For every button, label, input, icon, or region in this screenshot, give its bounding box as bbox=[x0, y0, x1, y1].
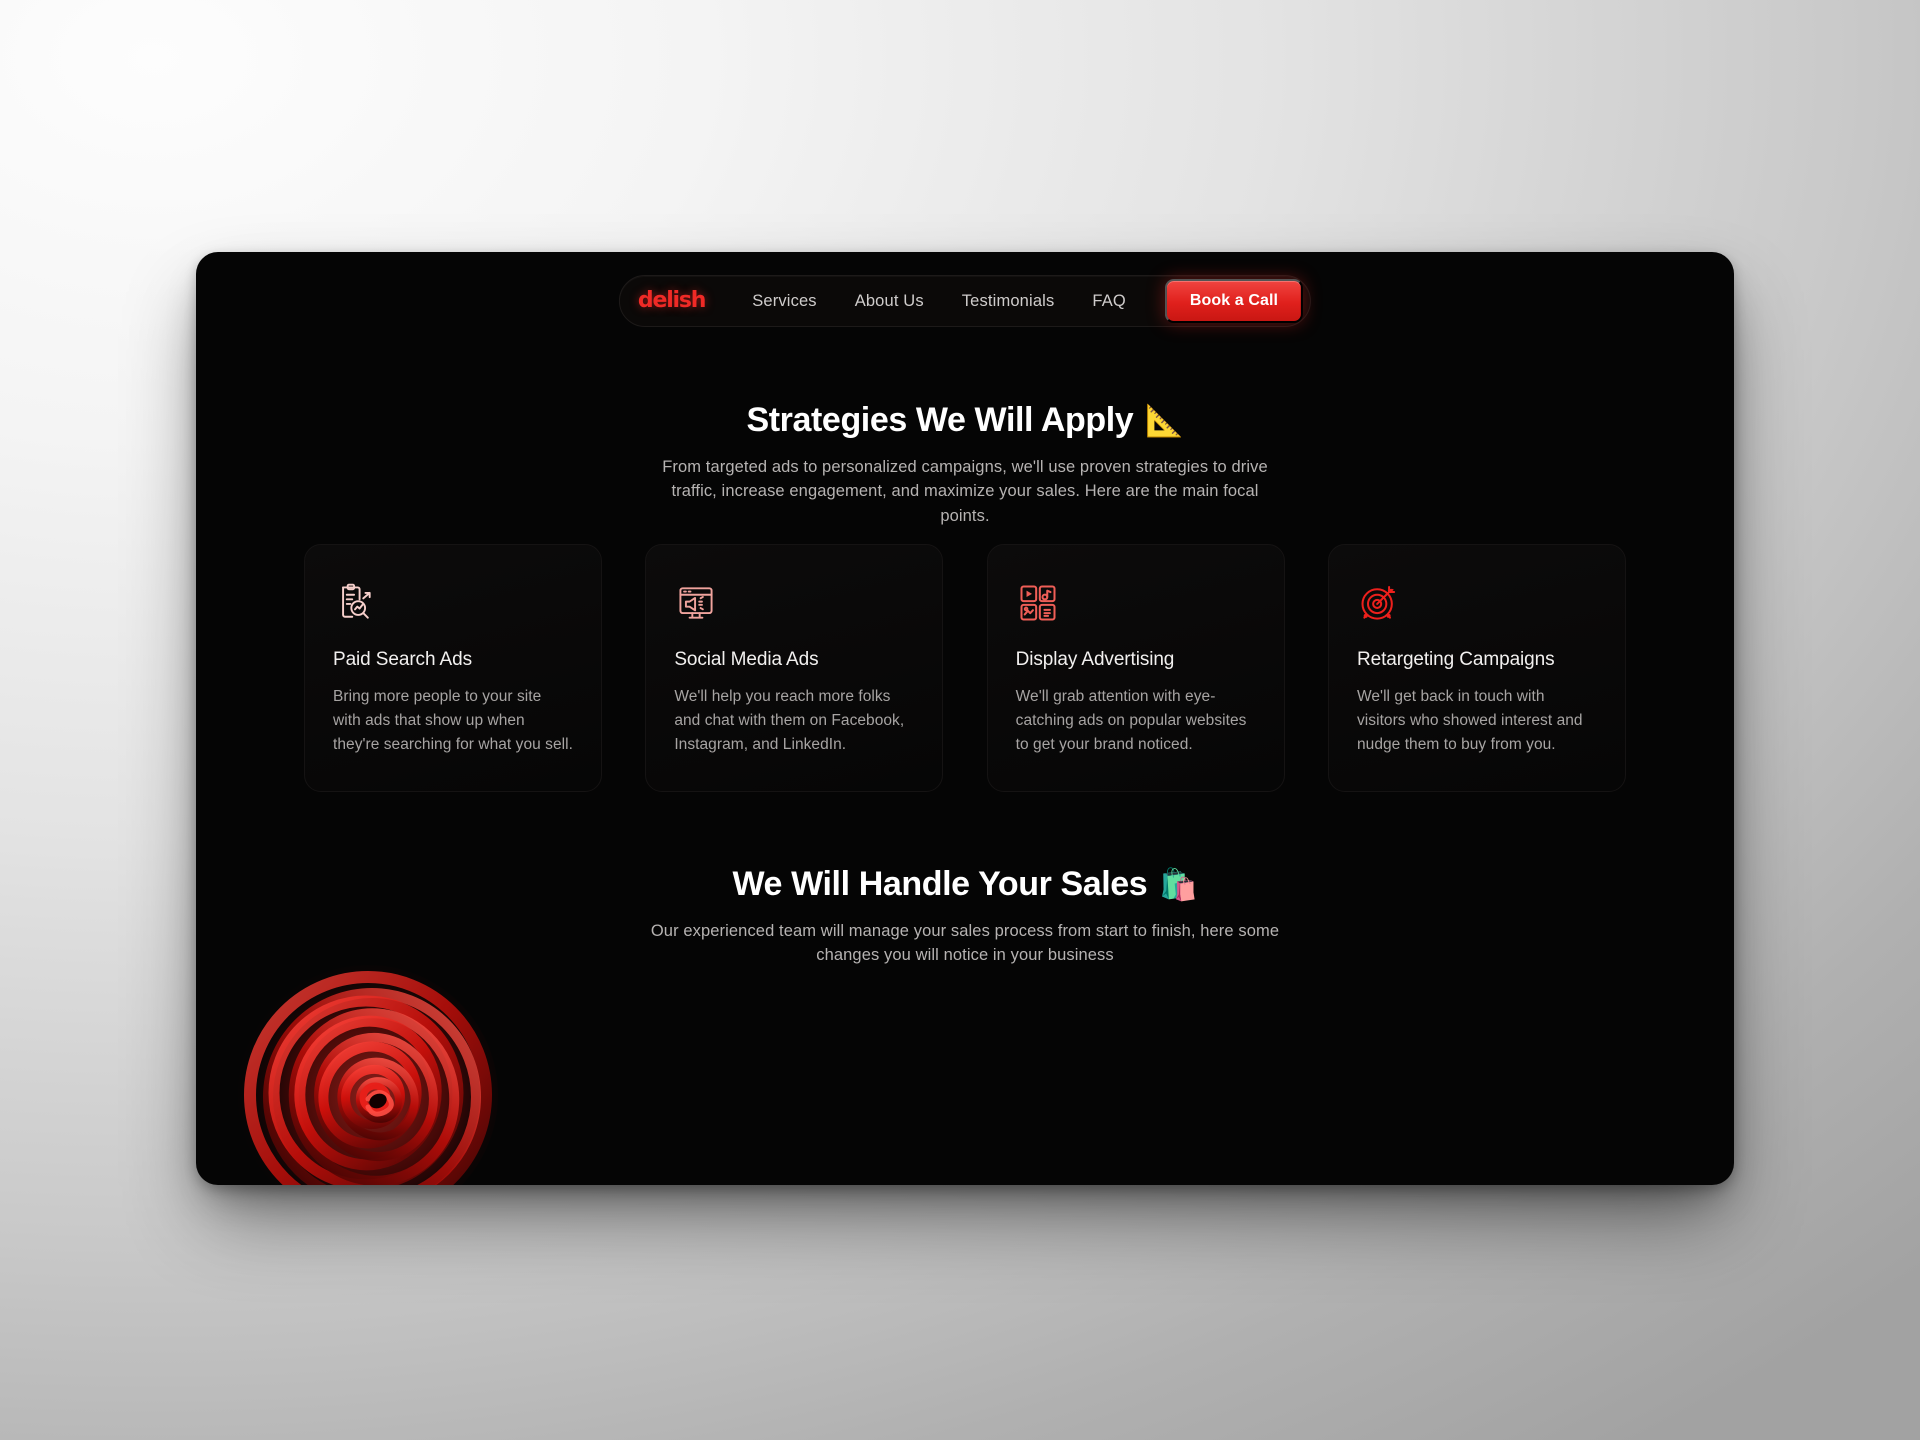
sales-title: We Will Handle Your Sales 🛍️ bbox=[196, 864, 1734, 905]
strategies-title-text: Strategies We Will Apply bbox=[746, 401, 1134, 439]
card-title: Social Media Ads bbox=[674, 649, 819, 670]
media-grid-icon bbox=[1016, 581, 1256, 627]
card-title: Retargeting Campaigns bbox=[1356, 649, 1555, 670]
browser-window: delish Services About Us Testimonials FA… bbox=[196, 252, 1734, 1185]
sales-subtitle: Our experienced team will manage your sa… bbox=[650, 921, 1280, 965]
strategies-section-header: Strategies We Will Apply 📐 From targeted… bbox=[196, 400, 1734, 528]
nav-link-testimonials[interactable]: Testimonials bbox=[943, 293, 1074, 310]
sales-title-text: We Will Handle Your Sales bbox=[732, 865, 1148, 903]
triangular-ruler-icon: 📐 bbox=[1145, 402, 1184, 438]
card-title: Display Advertising bbox=[1015, 649, 1175, 670]
card-description: Bring more people to your site with ads … bbox=[333, 687, 573, 753]
card-description: We'll help you reach more folks and chat… bbox=[674, 687, 905, 753]
main-navigation: delish Services About Us Testimonials FA… bbox=[618, 275, 1312, 327]
sales-section-header: We Will Handle Your Sales 🛍️ Our experie… bbox=[196, 864, 1734, 968]
shopping-bags-icon: 🛍️ bbox=[1159, 866, 1198, 902]
target-arrow-icon bbox=[1357, 581, 1597, 627]
strategy-card[interactable]: Social Media Ads We'll help you reach mo… bbox=[645, 544, 944, 792]
nav-link-services[interactable]: Services bbox=[733, 293, 835, 310]
book-a-call-button[interactable]: Book a Call bbox=[1164, 279, 1304, 323]
nav-link-faq[interactable]: FAQ bbox=[1073, 293, 1144, 310]
strategy-card[interactable]: Paid Search Ads Bring more people to you… bbox=[304, 544, 602, 792]
nav-link-about-us[interactable]: About Us bbox=[836, 293, 943, 310]
strategy-cards-row: Paid Search Ads Bring more people to you… bbox=[304, 544, 1626, 792]
card-description: We'll get back in touch with visitors wh… bbox=[1356, 687, 1583, 753]
monitor-megaphone-icon bbox=[674, 581, 914, 627]
strategy-card[interactable]: Display Advertising We'll grab attention… bbox=[986, 544, 1285, 792]
brand-logo[interactable]: delish bbox=[638, 290, 707, 312]
strategies-title: Strategies We Will Apply 📐 bbox=[196, 400, 1734, 441]
card-title: Paid Search Ads bbox=[333, 649, 472, 670]
clipboard-search-chart-icon bbox=[333, 581, 573, 627]
red-rose-spiral-graphic bbox=[218, 947, 518, 1185]
card-description: We'll grab attention with eye-catching a… bbox=[1015, 687, 1247, 753]
strategy-card[interactable]: Retargeting Campaigns We'll get back in … bbox=[1327, 544, 1626, 792]
strategies-subtitle: From targeted ads to personalized campai… bbox=[662, 457, 1268, 525]
